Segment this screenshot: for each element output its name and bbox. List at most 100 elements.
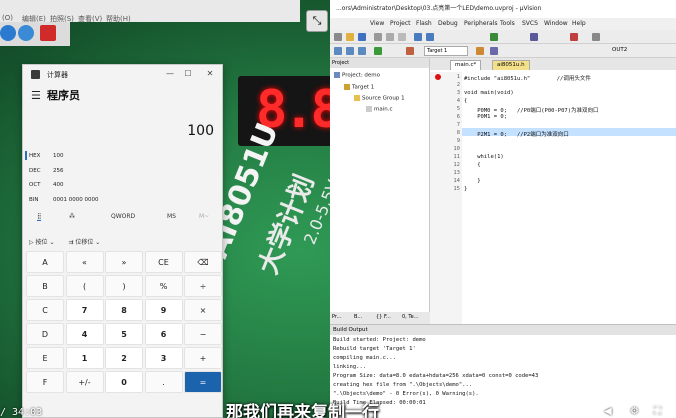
copy-icon[interactable] — [386, 33, 394, 41]
radix-bin[interactable]: BIN 0001 0000 0000 — [29, 197, 99, 203]
key-2-3[interactable]: 9 — [144, 299, 183, 321]
settings-icon[interactable]: ⚙ — [630, 406, 639, 417]
tree-target[interactable]: Target 1 — [344, 84, 374, 91]
indent-icon[interactable] — [530, 33, 538, 41]
key-2-1[interactable]: 7 — [65, 299, 104, 321]
key-4-1[interactable]: 1 — [65, 347, 104, 369]
menu-window[interactable]: Window — [544, 20, 568, 27]
key-4-4[interactable]: + — [184, 347, 222, 369]
tab-functions[interactable]: {} F... — [376, 314, 391, 320]
tab-main-c[interactable]: main.c* — [450, 60, 482, 70]
word-size-button[interactable]: QWORD — [111, 213, 135, 220]
paste-icon[interactable] — [398, 33, 406, 41]
save-icon[interactable] — [358, 33, 366, 41]
redo-icon[interactable] — [426, 33, 434, 41]
menu-debug[interactable]: Debug — [438, 20, 458, 27]
key-2-4[interactable]: × — [184, 299, 222, 321]
key-5-1[interactable]: +/- — [65, 371, 104, 393]
key-1-2[interactable]: ) — [105, 275, 143, 297]
target-select[interactable]: Target 1 — [424, 46, 468, 56]
key-0-3[interactable]: CE — [144, 251, 183, 273]
bookmark-icon[interactable] — [490, 33, 498, 41]
menu-tools[interactable]: Tools — [500, 20, 515, 27]
key-5-0[interactable]: F — [26, 371, 64, 393]
settings-icon[interactable] — [0, 25, 16, 41]
menu-item[interactable]: 查看(V) — [78, 14, 102, 24]
menu-project[interactable]: Project — [390, 20, 411, 27]
key-5-2[interactable]: 0 — [105, 371, 143, 393]
key-2-0[interactable]: C — [26, 299, 64, 321]
menu-peripherals[interactable]: Peripherals — [464, 20, 497, 27]
key-4-0[interactable]: E — [26, 347, 64, 369]
build-icon[interactable] — [346, 47, 354, 55]
menu-item[interactable]: 帮助(H) — [106, 14, 131, 24]
memory-button[interactable]: M~ — [199, 213, 209, 220]
key-3-2[interactable]: 5 — [105, 323, 143, 345]
menu-svcs[interactable]: SVCS — [522, 20, 538, 27]
open-file-icon[interactable] — [346, 33, 354, 41]
maximize-icon[interactable]: ☐ — [181, 67, 195, 81]
tab-books[interactable]: B... — [354, 314, 362, 320]
find-icon[interactable] — [592, 33, 600, 41]
tab-ai8051u-h[interactable]: ai8051u.h — [492, 60, 530, 70]
key-1-3[interactable]: % — [144, 275, 183, 297]
tree-main-c[interactable]: main.c — [366, 106, 393, 113]
key-1-0[interactable]: B — [26, 275, 64, 297]
line-number: 7 — [456, 122, 460, 128]
tree-source-group[interactable]: Source Group 1 — [354, 95, 405, 102]
key-3-0[interactable]: D — [26, 323, 64, 345]
close-icon[interactable]: ✕ — [203, 67, 217, 81]
radix-oct[interactable]: OCT 400 — [29, 182, 64, 188]
key-2-2[interactable]: 8 — [105, 299, 143, 321]
radix-hex[interactable]: HEX 100 — [25, 151, 64, 160]
user-icon[interactable] — [40, 25, 56, 41]
key-1-1[interactable]: ( — [65, 275, 104, 297]
volume-icon[interactable]: ◀︎ — [604, 406, 612, 417]
key-3-1[interactable]: 4 — [65, 323, 104, 345]
stop-build-icon[interactable] — [406, 47, 414, 55]
radix-dec[interactable]: DEC 256 — [29, 168, 64, 174]
key-3-4[interactable]: − — [184, 323, 222, 345]
new-file-icon[interactable] — [334, 33, 342, 41]
key-0-1[interactable]: « — [65, 251, 104, 273]
menu-item[interactable]: (O) — [2, 14, 13, 22]
key-0-0[interactable]: A — [26, 251, 64, 273]
hamburger-icon[interactable]: ☰ — [31, 89, 41, 102]
tab-project[interactable]: Pr... — [332, 314, 341, 320]
menu-flash[interactable]: Flash — [416, 20, 432, 27]
project-panel-title: Project — [330, 58, 429, 68]
gear-icon[interactable] — [18, 25, 34, 41]
cut-icon[interactable] — [374, 33, 382, 41]
breakpoint-icon[interactable] — [435, 74, 441, 80]
target-options-icon[interactable] — [476, 47, 484, 55]
menu-view[interactable]: View — [370, 20, 384, 27]
fullscreen-icon[interactable]: ⛶ — [654, 406, 661, 417]
bitshift-menu[interactable]: ⇉ 位移位 ⌄ — [68, 239, 100, 246]
key-3-3[interactable]: 6 — [144, 323, 183, 345]
key-0-2[interactable]: » — [105, 251, 143, 273]
tab-templates[interactable]: 0, Te... — [402, 314, 418, 320]
full-keypad-icon[interactable]: ⣿ — [37, 213, 42, 221]
translate-icon[interactable] — [334, 47, 342, 55]
undo-icon[interactable] — [414, 33, 422, 41]
key-0-4[interactable]: ⌫ — [184, 251, 222, 273]
debug-icon[interactable] — [570, 33, 578, 41]
tree-project[interactable]: Project: demo — [334, 72, 380, 79]
manage-project-icon[interactable] — [490, 47, 498, 55]
code-line: } — [464, 186, 468, 192]
rebuild-icon[interactable] — [358, 47, 366, 55]
bit-toggle-icon[interactable]: ⁂ — [69, 213, 75, 220]
key-4-2[interactable]: 2 — [105, 347, 143, 369]
line-number: 4 — [456, 98, 460, 104]
menu-help[interactable]: Help — [572, 20, 586, 27]
key-1-4[interactable]: ÷ — [184, 275, 222, 297]
exit-fullscreen-icon[interactable]: ⤡ — [306, 10, 328, 32]
minimize-icon[interactable]: — — [163, 67, 177, 81]
key-5-4[interactable]: = — [184, 371, 222, 393]
bitwise-menu[interactable]: ▷ 按位 ⌄ — [29, 239, 54, 246]
code-editor[interactable]: main.c* ai8051u.h 1 #include "ai8051u.h" … — [430, 58, 676, 324]
key-5-3[interactable]: . — [144, 371, 183, 393]
memory-store-button[interactable]: MS — [167, 213, 176, 220]
download-icon[interactable] — [374, 47, 382, 55]
key-4-3[interactable]: 3 — [144, 347, 183, 369]
